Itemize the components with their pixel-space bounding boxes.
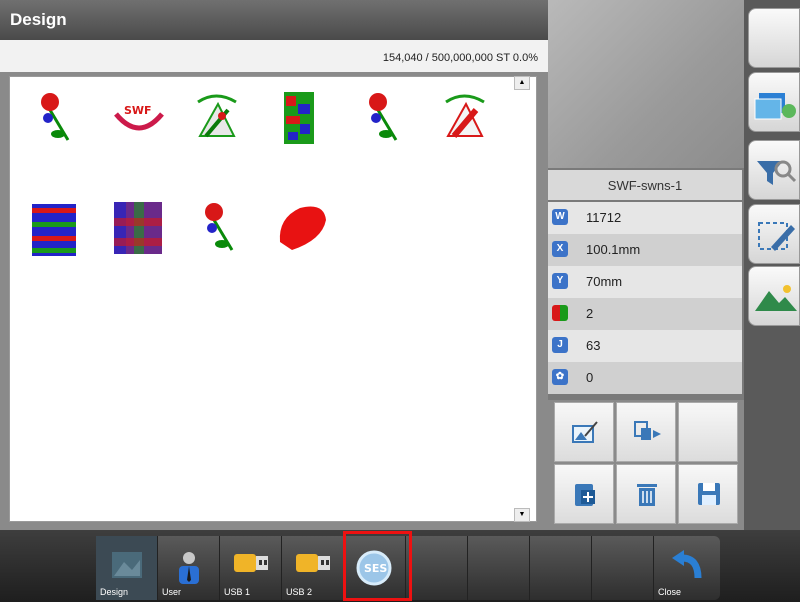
- side-button-edit-area[interactable]: [748, 204, 800, 264]
- add-design-button[interactable]: [554, 464, 614, 524]
- add-file-icon: [575, 484, 595, 506]
- height-row: Y 70mm: [548, 266, 742, 298]
- jump-count-row: J 63: [548, 330, 742, 362]
- filter-search-icon: [757, 160, 797, 185]
- dashed-edit-icon: [758, 222, 795, 251]
- toolbar-slot-empty: [592, 536, 654, 600]
- settings-row: ✿ 0: [548, 362, 742, 394]
- delete-design-button[interactable]: [616, 464, 676, 524]
- pattern-checker-design-icon: [114, 202, 162, 254]
- svg-text:SES: SES: [364, 562, 387, 575]
- usb-icon: [234, 554, 268, 572]
- scroll-up-button[interactable]: ▲: [514, 76, 530, 90]
- jump-icon: J: [552, 337, 568, 353]
- tab-ses[interactable]: SES: [344, 536, 406, 600]
- svg-text:SWF: SWF: [124, 104, 152, 117]
- page-title: Design: [0, 0, 548, 40]
- tab-usb1[interactable]: USB 1: [220, 536, 282, 600]
- swf-logo-design-icon: SWF: [114, 104, 164, 131]
- move-design-button[interactable]: [616, 402, 676, 462]
- red-fill-design-icon: [279, 206, 326, 250]
- trash-icon: [637, 484, 657, 506]
- rose-design-icon: [369, 93, 398, 141]
- swf-swns-design-icon: [197, 94, 237, 138]
- design-thumb[interactable]: [270, 86, 328, 148]
- usb-icon: [296, 554, 330, 572]
- x-icon: X: [552, 241, 568, 257]
- design-thumb[interactable]: [28, 198, 86, 260]
- stitch-count-row: W 11712: [548, 202, 742, 234]
- transfer-icon: [634, 421, 661, 440]
- gear-icon: ✿: [552, 369, 568, 385]
- rose-design-icon: [41, 93, 70, 141]
- width-row: X 100.1mm: [548, 234, 742, 266]
- design-thumb[interactable]: [436, 88, 494, 150]
- design-thumb[interactable]: [356, 88, 414, 150]
- design-thumb[interactable]: [188, 88, 246, 150]
- pattern-grid-design-icon: [32, 204, 76, 256]
- y-icon: Y: [552, 273, 568, 289]
- design-name: SWF-swns-1: [548, 170, 742, 200]
- tab-design[interactable]: Design: [96, 536, 158, 600]
- stitch-icon: W: [552, 209, 568, 225]
- empty-action-slot: [678, 402, 738, 462]
- color-count-row: 2: [548, 298, 742, 330]
- toolbar-slot-empty: [530, 536, 592, 600]
- user-icon: [179, 552, 199, 584]
- tab-user[interactable]: User: [158, 536, 220, 600]
- image-convert-icon: [754, 93, 796, 120]
- color-icon: [552, 305, 568, 321]
- design-thumb[interactable]: [192, 198, 250, 260]
- side-button-image-convert[interactable]: [748, 72, 800, 132]
- design-thumb[interactable]: SWF: [110, 90, 168, 152]
- landscape-icon: [755, 285, 797, 311]
- edit-design-button[interactable]: [554, 402, 614, 462]
- side-button-landscape[interactable]: [748, 266, 800, 326]
- save-icon: [698, 483, 720, 505]
- design-thumb[interactable]: [28, 88, 86, 150]
- design-icon: [112, 552, 142, 578]
- side-button-blank[interactable]: [748, 8, 800, 68]
- ses-icon: SES: [356, 550, 392, 586]
- image-edit-icon: [572, 421, 598, 443]
- close-button[interactable]: Close: [654, 536, 716, 600]
- back-arrow-icon: [672, 550, 702, 579]
- tab-usb2[interactable]: USB 2: [282, 536, 344, 600]
- design-thumb[interactable]: [272, 198, 330, 260]
- rose-design-icon: [205, 203, 234, 251]
- design-preview: [548, 0, 744, 168]
- multicolor-rose-design-icon: [284, 92, 314, 144]
- toolbar-slot-empty: [406, 536, 468, 600]
- scroll-down-button[interactable]: ▼: [514, 508, 530, 522]
- toolbar-slot-empty: [468, 536, 530, 600]
- save-design-button[interactable]: [678, 464, 738, 524]
- swf-swns-red-design-icon: [445, 94, 485, 138]
- stitch-counter: 154,040 / 500,000,000 ST 0.0%: [0, 40, 548, 72]
- side-button-filter[interactable]: [748, 140, 800, 200]
- design-thumb[interactable]: [108, 198, 166, 260]
